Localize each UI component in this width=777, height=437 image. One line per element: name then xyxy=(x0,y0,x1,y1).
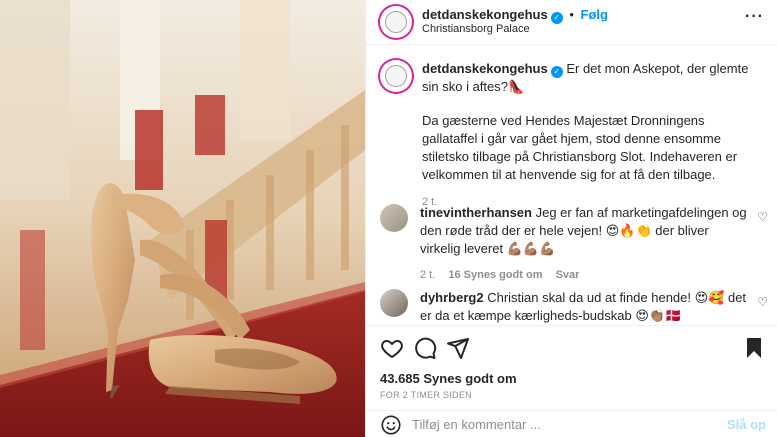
post-actions: 43.685 Synes godt om FOR 2 TIMER SIDEN S… xyxy=(366,325,777,437)
comment-likes[interactable]: 16 Synes godt om xyxy=(448,269,542,281)
post-time[interactable]: FOR 2 TIMER SIDEN xyxy=(380,390,472,400)
header-username[interactable]: detdanskekongehus xyxy=(422,7,548,22)
comment-username[interactable]: tinevintherhansen xyxy=(420,205,532,220)
post-sidebar: detdanskekongehus ✓ • Følg Christiansborg… xyxy=(365,0,777,437)
comment-age[interactable]: 2 t. xyxy=(420,269,435,281)
royal-crest-icon xyxy=(385,11,407,33)
verified-icon: ✓ xyxy=(550,66,563,78)
post-image[interactable] xyxy=(0,0,365,437)
emoji-icon[interactable] xyxy=(380,414,402,436)
comment-input[interactable] xyxy=(412,417,712,432)
share-icon[interactable] xyxy=(446,336,470,360)
comment-heart-icon[interactable]: ♡ xyxy=(757,295,768,309)
bookmark-icon[interactable] xyxy=(742,336,766,360)
heart-icon[interactable] xyxy=(380,336,404,360)
royal-crest-icon xyxy=(385,65,407,87)
comment-icon[interactable] xyxy=(413,336,437,360)
verified-icon: ✓ xyxy=(550,12,563,24)
comment-username[interactable]: dyhrberg2 xyxy=(420,290,484,305)
add-comment-bar: Slå op xyxy=(366,410,777,437)
commenter-avatar[interactable] xyxy=(380,204,408,232)
likes-count[interactable]: 43.685 Synes godt om xyxy=(380,371,517,386)
header-separator: • xyxy=(569,7,574,22)
comment-heart-icon[interactable]: ♡ xyxy=(757,210,768,224)
follow-button[interactable]: Følg xyxy=(581,7,608,22)
more-options-icon[interactable]: ··· xyxy=(745,8,764,26)
reply-button[interactable]: Svar xyxy=(556,269,580,281)
caption-avatar[interactable] xyxy=(380,60,412,92)
account-avatar[interactable] xyxy=(380,6,412,38)
caption-username[interactable]: detdanskekongehus xyxy=(422,61,548,76)
post-comment-button[interactable]: Slå op xyxy=(727,417,766,432)
post-location[interactable]: Christiansborg Palace xyxy=(422,23,530,35)
commenter-avatar[interactable] xyxy=(380,289,408,317)
post-header: detdanskekongehus ✓ • Følg Christiansborg… xyxy=(366,0,777,45)
caption-body: Da gæsterne ved Hendes Majestæt Dronning… xyxy=(422,113,738,182)
post-photo-illustration xyxy=(0,0,365,437)
